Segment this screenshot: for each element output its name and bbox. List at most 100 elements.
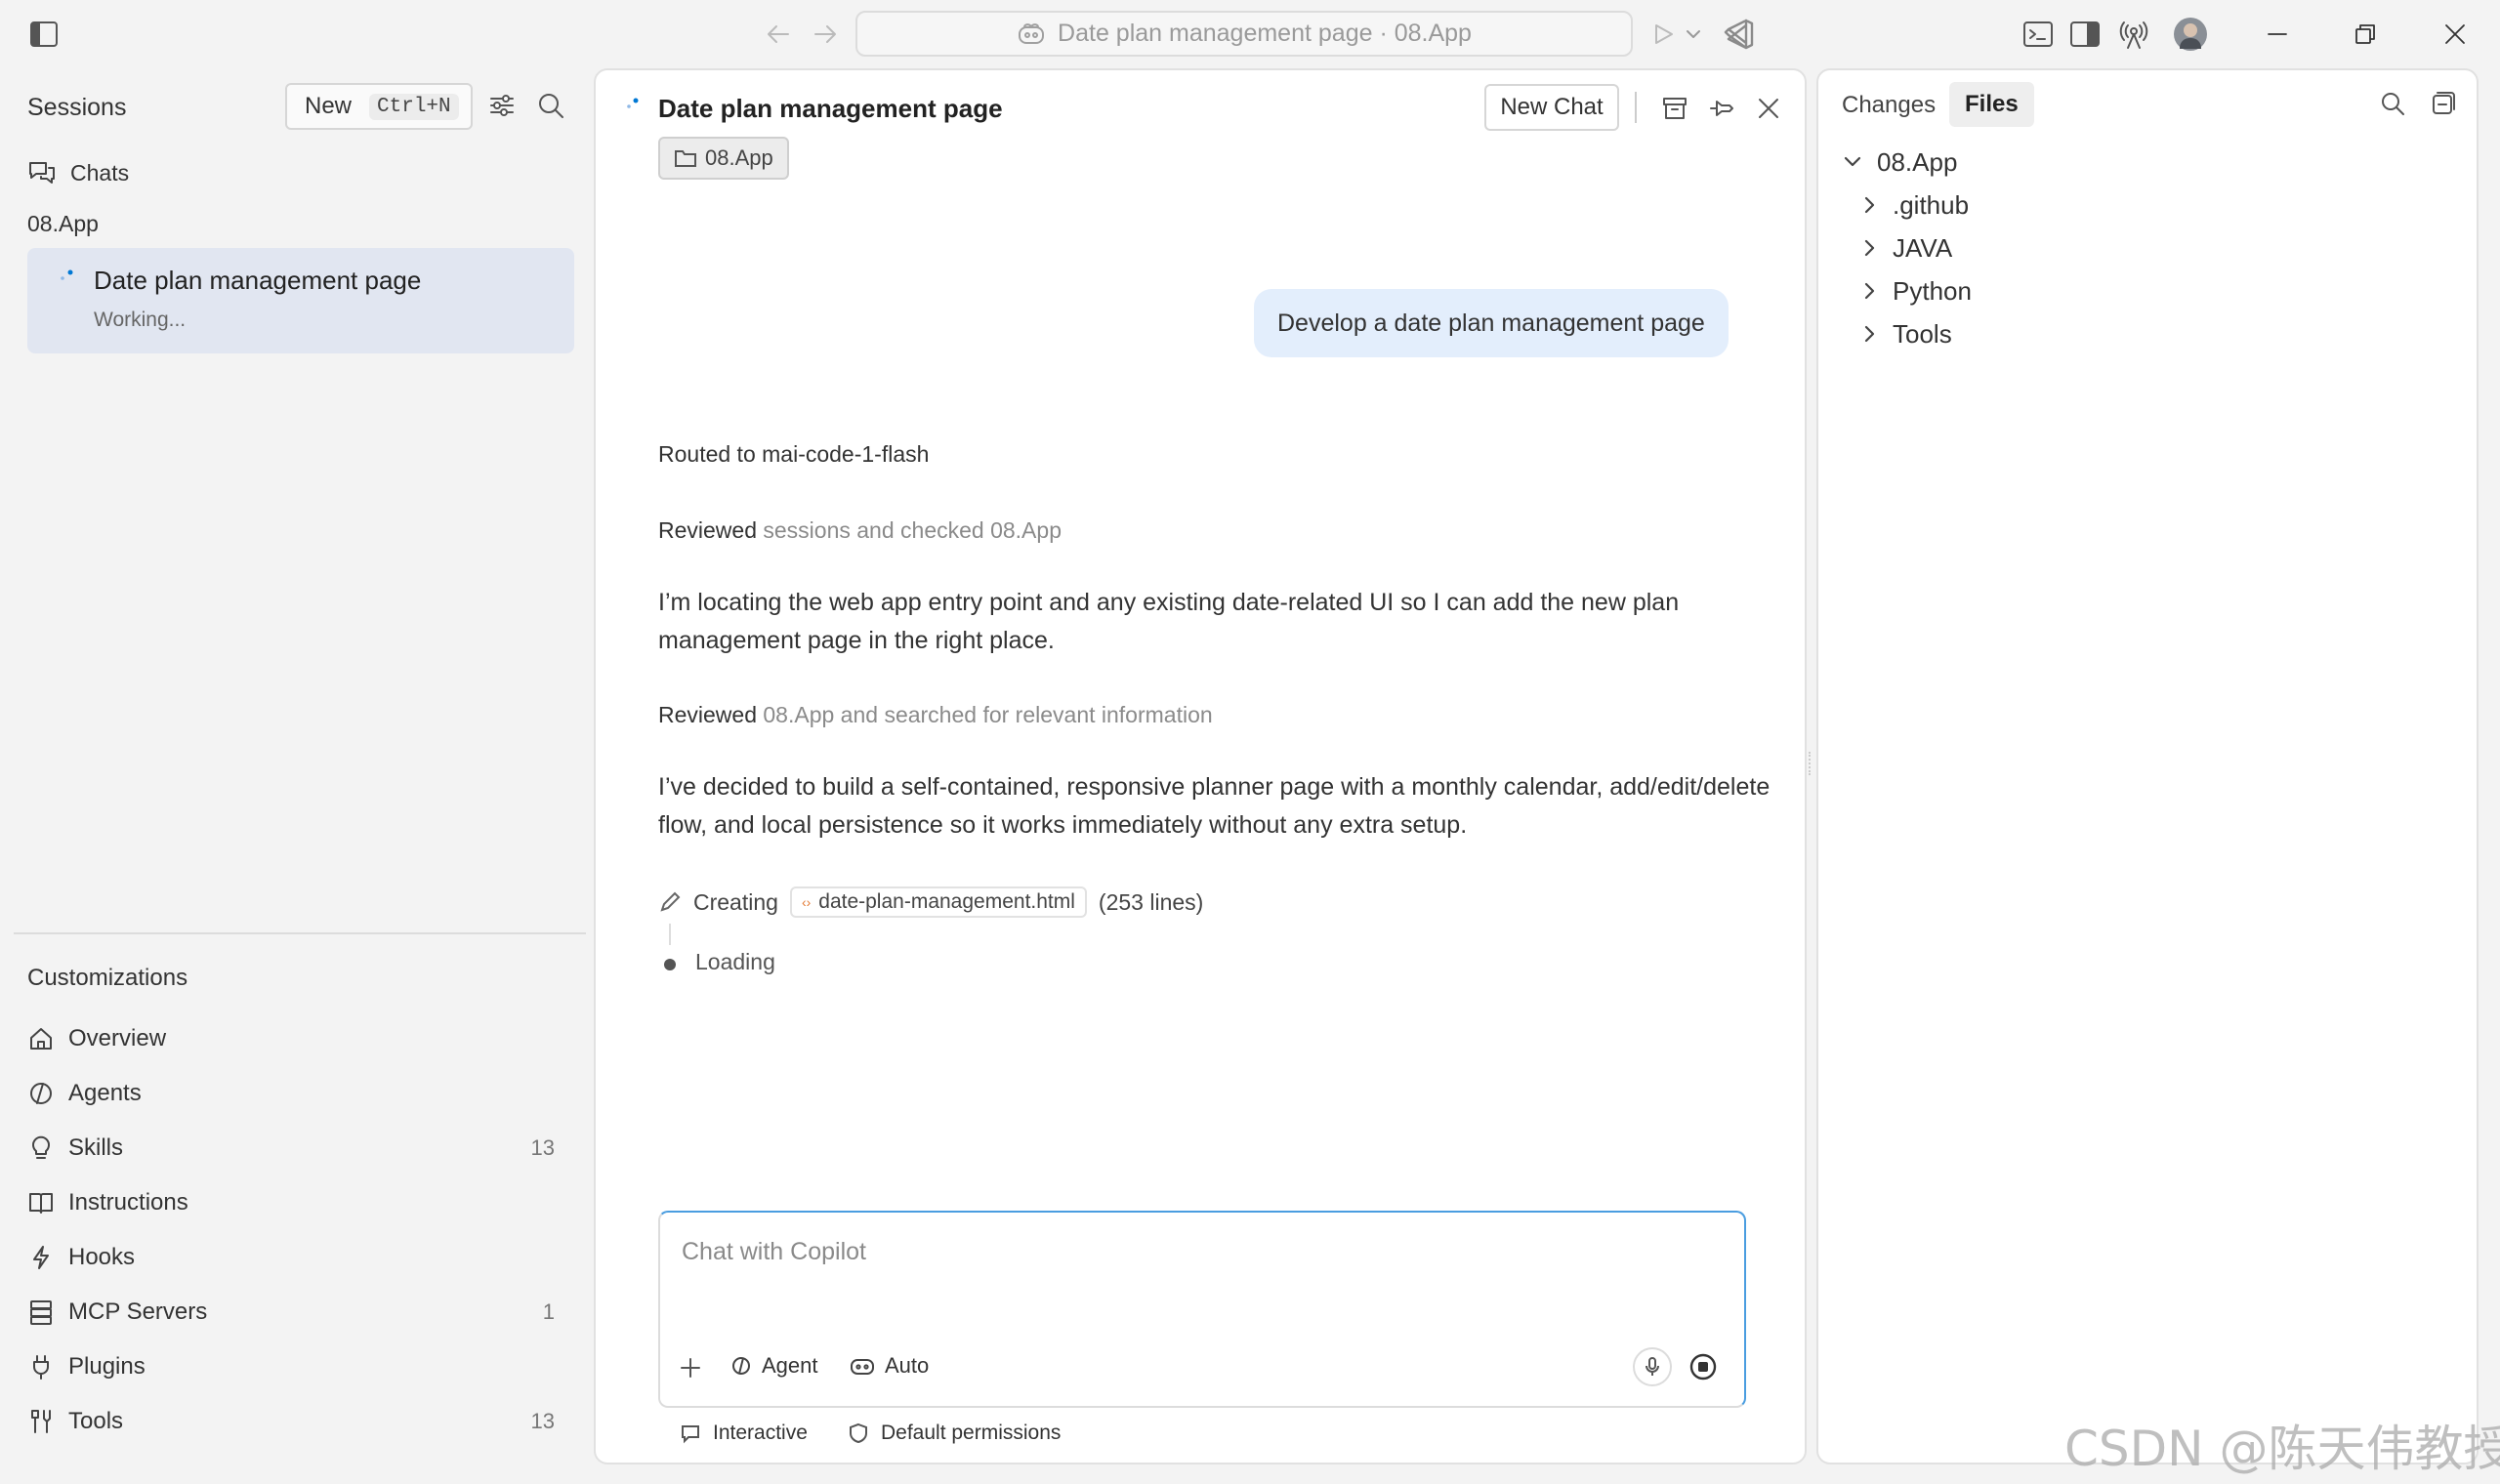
toolbar-separator	[1635, 92, 1637, 123]
loading-dot-icon	[664, 959, 676, 970]
context-chip-label: 08.App	[705, 145, 773, 170]
forward-arrow-icon[interactable]	[809, 18, 842, 51]
tree-folder-label: JAVA	[1893, 232, 1953, 263]
tree-root-label: 08.App	[1877, 146, 1958, 177]
back-arrow-icon[interactable]	[762, 18, 795, 51]
tree-folder-tools[interactable]: Tools	[1859, 314, 1952, 353]
archive-icon[interactable]	[1658, 92, 1691, 125]
chevron-down-icon	[1842, 151, 1863, 173]
auto-label: Auto	[885, 1353, 930, 1378]
customization-label: Hooks	[68, 1244, 136, 1270]
avatar[interactable]	[2174, 18, 2207, 51]
assistant-message-1: I’m locating the web app entry point and…	[658, 589, 1680, 654]
context-chip[interactable]: 08.App	[658, 137, 789, 180]
permissions-picker[interactable]: Default permissions	[848, 1422, 1061, 1445]
new-session-label: New	[305, 93, 353, 119]
interactive-mode-toggle[interactable]: Interactive	[680, 1422, 808, 1445]
chat-input-placeholder[interactable]: Chat with Copilot	[682, 1238, 866, 1266]
tree-folder-python[interactable]: Python	[1859, 271, 1972, 310]
tree-root-folder[interactable]: 08.App	[1842, 143, 1957, 182]
book-icon	[27, 1189, 55, 1216]
file-chip[interactable]: ‹› date-plan-management.html	[789, 886, 1087, 918]
customization-item-mcp-servers[interactable]: MCP Servers 1	[27, 1288, 574, 1337]
spinner-icon	[57, 268, 76, 287]
loading-label: Loading	[695, 949, 775, 974]
customization-item-tools[interactable]: Tools 13	[27, 1397, 574, 1446]
command-center[interactable]: Date plan management page · 08.App	[855, 11, 1633, 57]
creating-step: Creating ‹› date-plan-management.html (2…	[658, 886, 1203, 918]
panel-resize-handle[interactable]	[1809, 752, 1812, 775]
sidebar-divider	[14, 932, 586, 934]
shield-icon	[848, 1422, 869, 1444]
chats-label: Chats	[70, 159, 130, 186]
terminal-icon[interactable]	[2020, 18, 2057, 51]
customization-item-instructions[interactable]: Instructions	[27, 1178, 574, 1227]
pin-icon[interactable]	[1705, 92, 1738, 125]
html-file-icon: ‹›	[801, 894, 812, 910]
search-icon[interactable]	[533, 88, 568, 123]
mcp-servers-count: 1	[542, 1299, 555, 1324]
reviewed-prefix: Reviewed	[658, 702, 757, 727]
session-item-date-plan[interactable]: Date plan management page Working...	[27, 248, 574, 353]
agent-icon	[27, 1080, 55, 1107]
interactive-label: Interactive	[713, 1422, 808, 1444]
home-icon	[27, 1025, 55, 1052]
customization-item-agents[interactable]: Agents	[27, 1069, 574, 1118]
customization-label: Tools	[68, 1408, 124, 1434]
search-files-icon[interactable]	[2375, 86, 2410, 121]
tree-folder-label: Tools	[1893, 318, 1952, 349]
customization-item-plugins[interactable]: Plugins	[27, 1342, 574, 1391]
chats-item[interactable]: Chats	[27, 148, 574, 197]
chat-title: Date plan management page	[658, 94, 1003, 123]
tab-changes[interactable]: Changes	[1842, 92, 1936, 119]
copilot-icon	[850, 1355, 875, 1377]
customization-item-hooks[interactable]: Hooks	[27, 1233, 574, 1282]
tools-count: 13	[530, 1409, 555, 1433]
collapse-all-icon[interactable]	[2426, 86, 2461, 121]
chat-input-box[interactable]: Chat with Copilot Agent Auto	[658, 1211, 1746, 1408]
customization-label: Instructions	[68, 1189, 188, 1216]
toggle-sidebar-icon[interactable]	[27, 20, 61, 49]
microphone-icon[interactable]	[1633, 1347, 1672, 1386]
customization-item-skills[interactable]: Skills 13	[27, 1124, 574, 1173]
model-picker[interactable]: Auto	[850, 1353, 929, 1379]
run-icon[interactable]	[1646, 18, 1680, 51]
folder-icon	[674, 147, 697, 169]
new-chat-button[interactable]: New Chat	[1484, 84, 1619, 131]
watermark: CSDN @陈天伟教授	[2064, 1421, 2500, 1477]
reviewed-step-2: Reviewed 08.App and searched for relevan…	[658, 696, 1771, 734]
stop-icon[interactable]	[1684, 1347, 1723, 1386]
agent-label: Agent	[762, 1353, 818, 1378]
filter-icon[interactable]	[484, 88, 520, 123]
title-bar: Date plan management page · 08.App	[0, 0, 2500, 68]
pencil-icon	[658, 890, 682, 914]
chevron-right-icon	[1859, 237, 1879, 259]
bolt-icon	[27, 1244, 55, 1271]
copilot-icon	[1017, 21, 1046, 47]
user-message-bubble: Develop a date plan management page	[1254, 289, 1729, 357]
run-dropdown-chevron-icon[interactable]	[1682, 21, 1705, 47]
step-connector	[669, 924, 671, 945]
customization-item-overview[interactable]: Overview	[27, 1014, 574, 1063]
restore-icon[interactable]	[2346, 18, 2385, 51]
toggle-panel-icon[interactable]	[2066, 18, 2104, 51]
close-window-icon[interactable]	[2436, 18, 2475, 51]
file-lines: (253 lines)	[1098, 888, 1204, 915]
reviewed-detail: 08.App and searched for relevant informa…	[763, 702, 1213, 727]
broadcast-icon[interactable]	[2115, 16, 2152, 53]
agent-mode-picker[interactable]: Agent	[730, 1353, 818, 1379]
tree-folder-java[interactable]: JAVA	[1859, 228, 1952, 268]
minimize-icon[interactable]	[2258, 18, 2297, 51]
add-context-plus-icon[interactable]	[674, 1351, 707, 1384]
sessions-title: Sessions	[27, 94, 127, 121]
customization-label: MCP Servers	[68, 1298, 208, 1325]
tree-folder-label: .github	[1893, 189, 1970, 220]
tree-folder-label: Python	[1893, 275, 1972, 306]
tab-files[interactable]: Files	[1949, 82, 2034, 127]
chevron-right-icon	[1859, 194, 1879, 216]
tree-folder-github[interactable]: .github	[1859, 186, 1969, 225]
new-session-button[interactable]: New Ctrl+N	[285, 83, 473, 130]
vscode-icon[interactable]	[1721, 16, 1758, 53]
sessions-sidebar: Sessions New Ctrl+N Chats 08.App Date pl…	[0, 68, 590, 1484]
close-chat-icon[interactable]	[1752, 92, 1785, 125]
